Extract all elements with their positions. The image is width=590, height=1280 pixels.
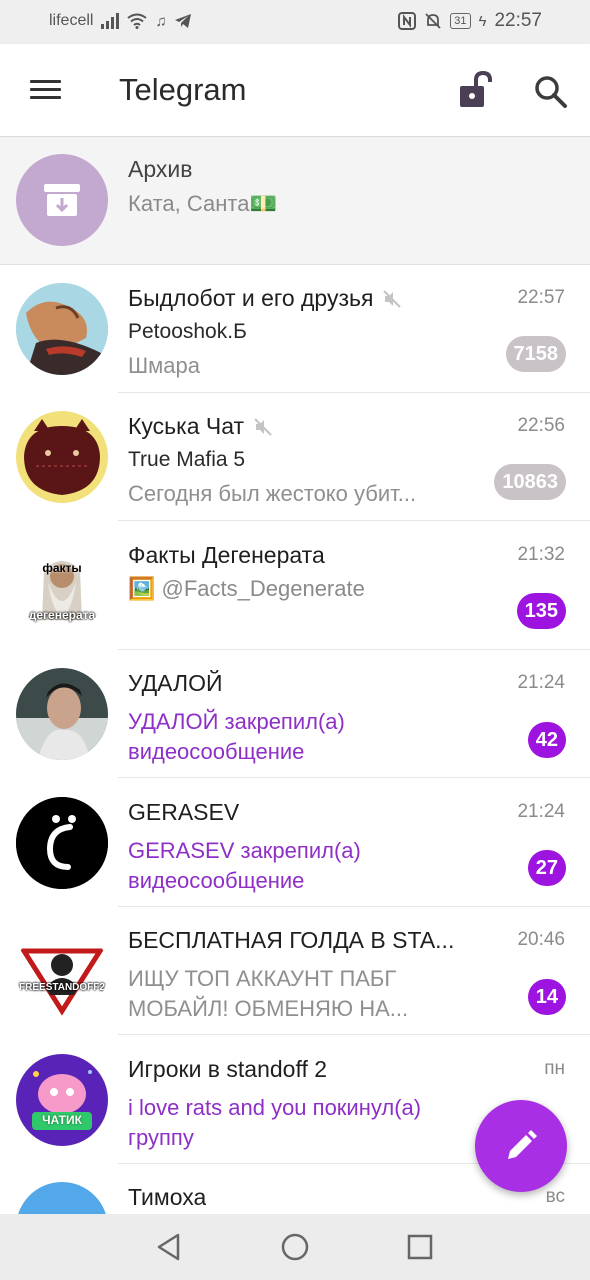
unread-badge: 10863 <box>494 464 566 500</box>
avatar-caption-bottom: дегенерата <box>28 608 96 622</box>
avatar-caption: ЧАТИК <box>42 1113 82 1127</box>
chat-row[interactable]: факты дегенерата Факты Дегенерата 21:32 … <box>0 522 590 650</box>
nfc-icon <box>398 12 417 30</box>
chat-name: Быдлобот и его друзья <box>128 285 402 312</box>
search-icon[interactable] <box>533 74 569 110</box>
message-preview: Шмара <box>128 353 200 378</box>
chat-avatar <box>16 668 108 760</box>
status-bar: lifecell ♫ 31 ϟ 22:57 <box>0 0 590 44</box>
music-icon: ♫ <box>155 12 167 30</box>
divider <box>118 520 590 521</box>
message-sender: True Mafia 5 <box>128 448 246 471</box>
unread-badge: 14 <box>527 979 566 1015</box>
notifications-off-icon <box>425 13 441 29</box>
back-icon[interactable] <box>154 1232 184 1262</box>
muted-icon <box>254 417 272 436</box>
signal-icon <box>101 13 120 29</box>
chat-time: 21:24 <box>517 801 565 822</box>
chat-time: 22:56 <box>517 415 565 436</box>
chat-avatar: FREESTANDOFF2 <box>16 925 108 1017</box>
chat-name: Факты Дегенерата <box>128 542 325 568</box>
chat-time: 21:32 <box>517 544 565 565</box>
archive-row[interactable]: Архив Ката, Санта💵 <box>0 137 590 265</box>
message-preview: Сегодня был жестоко убит... <box>128 481 417 506</box>
chat-name: Тимоха <box>128 1184 207 1210</box>
app-bar: Telegram <box>0 44 590 137</box>
chat-name: GERASEV <box>128 799 240 825</box>
chat-time: 20:46 <box>517 929 565 950</box>
message-preview: GERASEV закрепил(а) видеосообщение <box>128 838 361 893</box>
avatar-caption: FREESTANDOFF2 <box>19 982 105 993</box>
clock: 22:57 <box>494 10 542 31</box>
chat-avatar: ЧАТИК <box>16 1054 108 1146</box>
chat-time: 21:24 <box>517 672 565 693</box>
wifi-icon <box>127 13 148 29</box>
avatar-caption-top: факты <box>42 561 82 575</box>
message-preview: ИЩУ ТОП АККАУНТ ПАБГ МОБАЙЛ! ОБМЕНЯЮ НА.… <box>128 966 409 1021</box>
new-message-button[interactable] <box>475 1100 567 1192</box>
charging-icon: ϟ <box>478 12 487 30</box>
chat-avatar <box>16 283 108 375</box>
archive-icon <box>44 184 80 216</box>
divider <box>118 1034 590 1035</box>
battery-level: 31 <box>450 13 471 29</box>
chat-row[interactable]: GERASEV 21:24 GERASEV закрепил(а) видеос… <box>0 779 590 907</box>
chat-name: Куська Чат <box>128 413 272 440</box>
status-right: 31 ϟ 22:57 <box>398 10 542 32</box>
muted-icon <box>383 289 402 308</box>
chat-time: пн <box>544 1058 565 1079</box>
message-preview: УДАЛОЙ закрепил(а) видеосообщение <box>128 709 345 764</box>
chat-time: 22:57 <box>517 287 565 308</box>
archive-avatar <box>16 154 108 246</box>
pencil-icon <box>508 1130 537 1159</box>
chat-name: УДАЛОЙ <box>128 670 223 696</box>
archive-title: Архив <box>128 156 193 182</box>
chat-avatar: факты дегенерата <box>16 540 108 632</box>
chat-avatar <box>16 797 108 889</box>
chat-row[interactable]: Куська Чат 22:56 True Mafia 5 Сегодня бы… <box>0 393 590 521</box>
chat-avatar <box>16 1182 108 1214</box>
chat-time: вс <box>545 1186 565 1207</box>
system-navigation-bar <box>0 1214 590 1280</box>
home-icon[interactable] <box>280 1232 310 1262</box>
chat-row[interactable]: Быдлобот и его друзья 22:57 Petooshok.Б … <box>0 265 590 393</box>
archive-subtitle: Ката, Санта💵 <box>128 191 277 216</box>
passcode-lock-icon[interactable] <box>455 70 495 110</box>
message-sender: Petooshok.Б <box>128 320 247 343</box>
chat-row[interactable]: FREESTANDOFF2 БЕСПЛАТНАЯ ГОЛДА В STA... … <box>0 907 590 1035</box>
unread-badge: 135 <box>516 593 566 629</box>
divider <box>118 777 590 778</box>
carrier-label: lifecell <box>49 12 94 29</box>
chat-name: Игроки в standoff 2 <box>128 1056 328 1082</box>
chat-row[interactable]: УДАЛОЙ 21:24 УДАЛОЙ закрепил(а) видеосоо… <box>0 650 590 778</box>
message-preview: i love rats and you покинул(а) группу <box>128 1095 422 1150</box>
telegram-small-icon <box>174 14 191 28</box>
unread-badge: 42 <box>527 722 566 758</box>
message-preview: 🖼️ @Facts_Degenerate <box>128 576 365 601</box>
recents-icon[interactable] <box>405 1232 435 1262</box>
chat-avatar <box>16 411 108 503</box>
menu-icon[interactable] <box>30 80 61 100</box>
unread-badge: 27 <box>527 850 566 886</box>
unread-badge: 7158 <box>505 336 566 372</box>
app-title: Telegram <box>119 72 247 107</box>
chat-name: БЕСПЛАТНАЯ ГОЛДА В STA... <box>128 927 455 953</box>
status-left: lifecell ♫ <box>49 12 191 30</box>
